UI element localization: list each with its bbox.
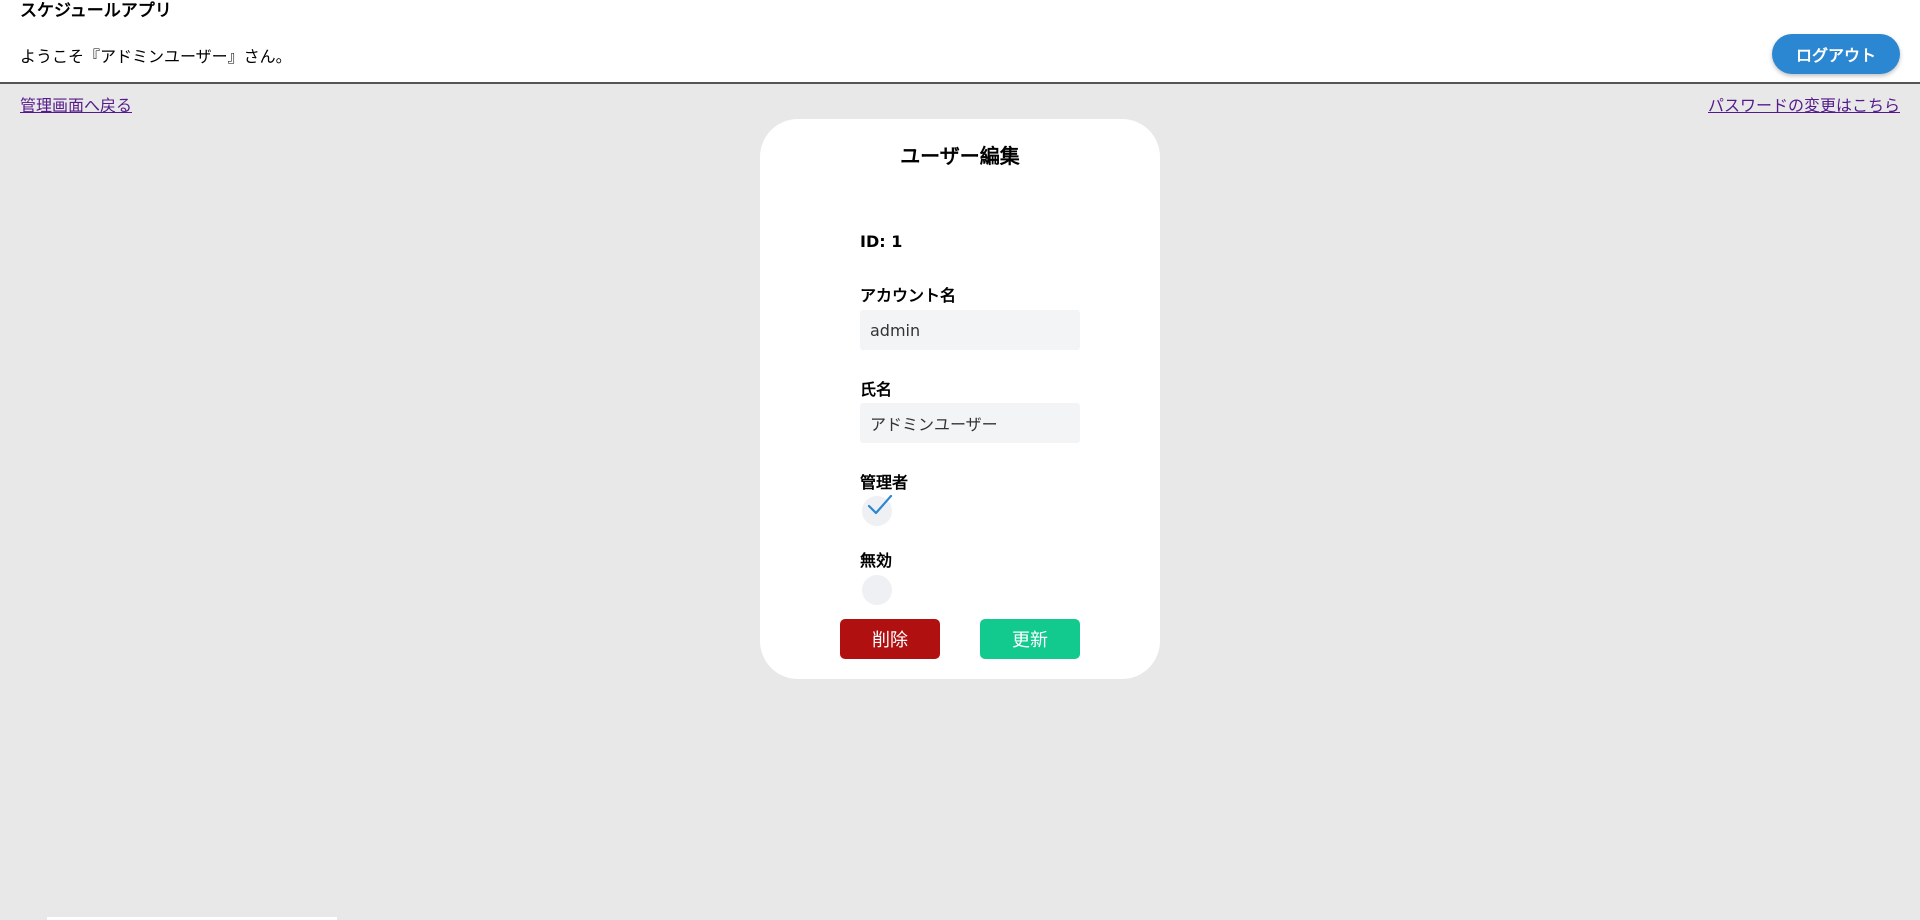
checkmark-icon xyxy=(867,494,893,515)
account-name-label: アカウント名 xyxy=(860,286,957,305)
delete-button[interactable]: 削除 xyxy=(840,619,940,659)
welcome-message: ようこそ『アドミンユーザー』さん。 xyxy=(20,47,292,66)
app-header: スケジュールアプリ ようこそ『アドミンユーザー』さん。 ログアウト xyxy=(0,0,1920,84)
disabled-checkbox[interactable] xyxy=(862,575,892,605)
disabled-label: 無効 xyxy=(860,551,893,570)
admin-checkbox[interactable] xyxy=(862,494,893,526)
full-name-input[interactable] xyxy=(860,403,1080,443)
update-button[interactable]: 更新 xyxy=(980,619,1080,659)
account-name-input[interactable] xyxy=(860,310,1080,350)
back-to-admin-link[interactable]: 管理画面へ戻る xyxy=(20,94,132,118)
admin-label: 管理者 xyxy=(860,473,909,492)
change-password-link[interactable]: パスワードの変更はこちら xyxy=(1708,94,1900,118)
full-name-label: 氏名 xyxy=(860,380,893,399)
user-id: ID: 1 xyxy=(860,232,903,251)
user-edit-card: ユーザー編集 ID: 1 アカウント名 氏名 管理者 無効 削除 更新 xyxy=(760,119,1160,679)
app-title: スケジュールアプリ xyxy=(20,1,172,21)
logout-button[interactable]: ログアウト xyxy=(1772,34,1900,74)
page-title: ユーザー編集 xyxy=(900,144,1020,168)
